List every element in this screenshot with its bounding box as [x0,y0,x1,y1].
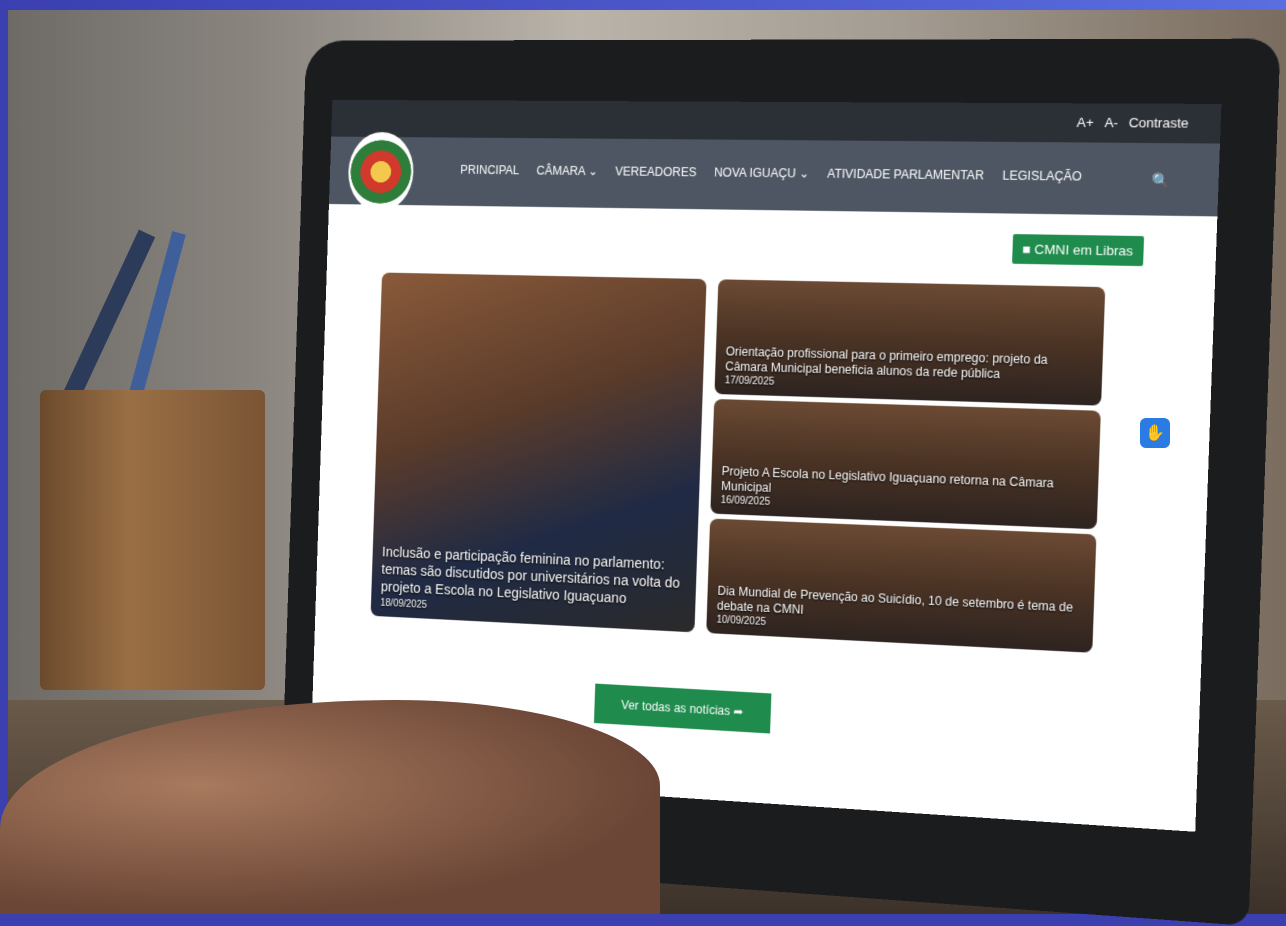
news-title: Dia Mundial de Prevenção ao Suicídio, 10… [716,583,1074,617]
libras-button[interactable]: ■ CMNI em Libras [1011,234,1145,267]
news-title: Orientação profissional para o primeiro … [725,344,1048,382]
news-card-side[interactable]: Dia Mundial de Prevenção ao Suicídio, 10… [706,518,1097,653]
frame-top [0,0,1286,10]
contrast-button[interactable]: Contraste [1128,115,1188,131]
hand-sign-icon[interactable]: ✋ [1140,418,1170,448]
font-increase-button[interactable]: A+ [1077,115,1095,131]
coat-of-arms-logo[interactable] [347,131,415,212]
news-card-main[interactable]: Inclusão e participação feminina no parl… [370,272,707,633]
wooden-pencil-cup [40,390,265,690]
main-navbar: PRINCIPAL CÂMARA ⌄ VEREADORES NOVA IGUAÇ… [328,131,1220,217]
frame-left [0,0,8,914]
see-all-news-button[interactable]: Ver todas as notícias ➦ [593,683,772,734]
news-title: Projeto A Escola no Legislativo Iguaçuan… [720,464,1055,495]
search-icon[interactable]: 🔍 [1152,172,1171,190]
news-date: 17/09/2025 [724,375,775,388]
nav-item-atividade-parlamentar[interactable]: ATIVIDADE PARLAMENTAR [827,167,984,183]
font-decrease-button[interactable]: A- [1104,115,1118,131]
news-card-side[interactable]: Orientação profissional para o primeiro … [714,279,1106,406]
nav-item-vereadores[interactable]: VEREADORES [615,164,697,179]
news-card-side[interactable]: Projeto A Escola no Legislativo Iguaçuan… [710,398,1101,530]
news-date: 18/09/2025 [380,597,428,611]
nav-item-legislacao[interactable]: LEGISLAÇÃO [1002,168,1082,183]
video-camera-icon: ■ [1022,241,1031,257]
nav-item-principal[interactable]: PRINCIPAL [460,163,520,177]
news-date: 10/09/2025 [716,614,767,629]
nav-item-nova-iguacu[interactable]: NOVA IGUAÇU ⌄ [714,165,810,180]
news-date: 16/09/2025 [720,494,771,508]
nav-item-camara[interactable]: CÂMARA ⌄ [536,164,598,178]
libras-button-label: CMNI em Libras [1034,241,1134,259]
